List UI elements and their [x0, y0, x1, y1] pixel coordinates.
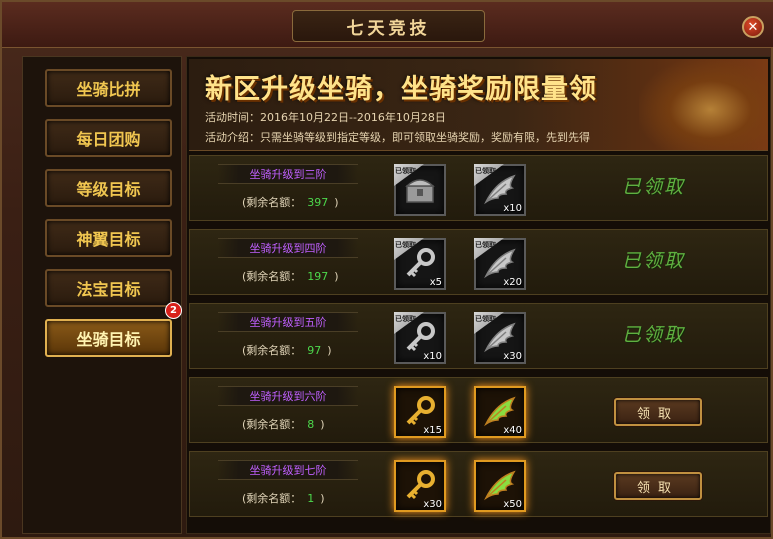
item-count: x10: [503, 203, 522, 214]
remaining-quota-close: ): [327, 344, 332, 357]
remaining-quota-value: 97: [307, 344, 322, 357]
banner-title: 新区升级坐骑，坐骑奖励限量领: [205, 74, 597, 105]
reward-item[interactable]: x30: [394, 460, 446, 512]
claim-button[interactable]: 领取: [614, 472, 702, 500]
tier-label: 坐骑升级到三阶: [218, 164, 358, 184]
remaining-quota-close: ): [320, 492, 325, 505]
window-frame: 七天竞技 ✕ 坐骑比拼 每日团购 等级目标 神翼目标 法宝目标 坐骑目标 2 新…: [0, 0, 773, 539]
tier-label: 坐骑升级到七阶: [218, 460, 358, 480]
claimed-status: 已领取: [622, 324, 686, 346]
reward-item[interactable]: x50: [474, 460, 526, 512]
tier-label: 坐骑升级到四阶: [218, 238, 358, 258]
remaining-quota-value: 397: [307, 196, 329, 209]
mount-warrior-art: [639, 59, 768, 150]
main-panel: 新区升级坐骑，坐骑奖励限量领 活动时间：2016年10月22日--2016年10…: [186, 56, 771, 534]
reward-item[interactable]: 已领取 x20: [474, 238, 526, 290]
reward-row: 坐骑升级到七阶 (剩余名额： 1) x30 x50 领取: [189, 451, 768, 517]
claim-button[interactable]: 领取: [614, 398, 702, 426]
reward-item[interactable]: 已领取 x30: [474, 312, 526, 364]
remaining-quota-value: 1: [307, 492, 315, 505]
item-count: x40: [503, 425, 522, 436]
remaining-quota-close: ): [334, 196, 339, 209]
remaining-quota: (剩余名额： 97): [242, 342, 332, 358]
tier-label: 坐骑升级到五阶: [218, 312, 358, 332]
reward-row: 坐骑升级到五阶 (剩余名额： 97) 已领取 x10 已领取 x30 已领取: [189, 303, 768, 369]
reward-item[interactable]: 已领取 x10: [394, 312, 446, 364]
title-bar: 七天竞技 ✕: [2, 2, 773, 48]
window-title: 七天竞技: [292, 10, 485, 42]
event-intro: 活动介绍：只需坐骑等级到指定等级，即可领取坐骑奖励，奖励有限，先到先得: [205, 131, 590, 144]
reward-item[interactable]: 已领取 x5: [394, 238, 446, 290]
notification-badge: 2: [165, 302, 182, 319]
reward-item[interactable]: 已领取: [394, 164, 446, 216]
reward-item[interactable]: 已领取 x10: [474, 164, 526, 216]
item-count: x50: [503, 499, 522, 510]
sidebar: 坐骑比拼 每日团购 等级目标 神翼目标 法宝目标 坐骑目标: [22, 56, 182, 534]
sidebar-item-treasure-goal[interactable]: 法宝目标: [45, 269, 172, 307]
sidebar-item-daily-group-buy[interactable]: 每日团购: [45, 119, 172, 157]
remaining-quota: (剩余名额： 8): [242, 416, 325, 432]
claimed-status: 已领取: [622, 250, 686, 272]
remaining-quota-value: 197: [307, 270, 329, 283]
remaining-quota-label: (剩余名额：: [242, 270, 302, 283]
item-count: x15: [423, 425, 442, 436]
item-count: x5: [429, 277, 442, 288]
remaining-quota-label: (剩余名额：: [242, 418, 302, 431]
reward-item[interactable]: x40: [474, 386, 526, 438]
tier-label: 坐骑升级到六阶: [218, 386, 358, 406]
sidebar-item-mount-compete[interactable]: 坐骑比拼: [45, 69, 172, 107]
reward-row: 坐骑升级到六阶 (剩余名额： 8) x15 x40 领取: [189, 377, 768, 443]
event-banner: 新区升级坐骑，坐骑奖励限量领 活动时间：2016年10月22日--2016年10…: [189, 59, 768, 151]
remaining-quota-close: ): [320, 418, 325, 431]
remaining-quota-close: ): [334, 270, 339, 283]
item-count: x30: [503, 351, 522, 362]
reward-row: 坐骑升级到三阶 (剩余名额： 397) 已领取 已领取 x10 已领取: [189, 155, 768, 221]
remaining-quota-label: (剩余名额：: [242, 344, 302, 357]
remaining-quota-value: 8: [307, 418, 315, 431]
reward-item[interactable]: x15: [394, 386, 446, 438]
remaining-quota-label: (剩余名额：: [242, 492, 302, 505]
item-count: x20: [503, 277, 522, 288]
sidebar-item-mount-goal[interactable]: 坐骑目标: [45, 319, 172, 357]
remaining-quota: (剩余名额： 1): [242, 490, 325, 506]
item-count: x10: [423, 351, 442, 362]
event-time: 活动时间：2016年10月22日--2016年10月28日: [205, 111, 446, 124]
remaining-quota: (剩余名额： 197): [242, 268, 339, 284]
close-button[interactable]: ✕: [742, 16, 764, 38]
item-count: x30: [423, 499, 442, 510]
claimed-status: 已领取: [622, 176, 686, 198]
sidebar-item-wing-goal[interactable]: 神翼目标: [45, 219, 172, 257]
reward-row: 坐骑升级到四阶 (剩余名额： 197) 已领取 x5 已领取 x20 已领取: [189, 229, 768, 295]
remaining-quota: (剩余名额： 397): [242, 194, 339, 210]
sidebar-item-level-goal[interactable]: 等级目标: [45, 169, 172, 207]
remaining-quota-label: (剩余名额：: [242, 196, 302, 209]
